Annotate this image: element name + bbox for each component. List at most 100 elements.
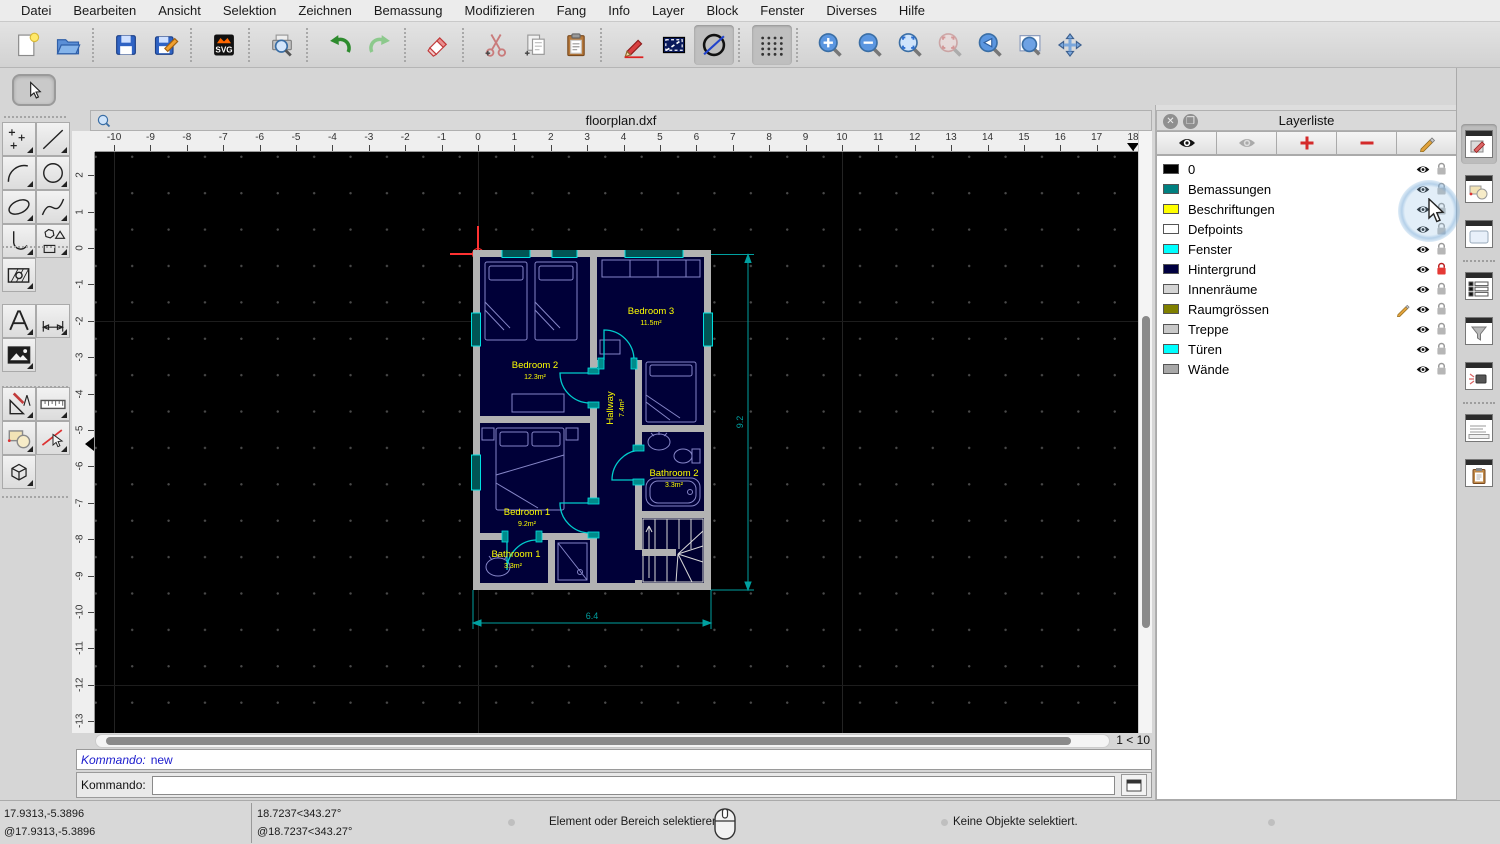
menu-item-bemassung[interactable]: Bemassung xyxy=(363,3,454,18)
drawing-canvas[interactable]: Bedroom 2 12.3m² Bedroom 3 11.5m² Hallwa… xyxy=(95,152,1138,733)
layer-row-beschriftungen[interactable]: Beschriftungen xyxy=(1157,199,1456,219)
layer-lock-toggle[interactable] xyxy=(1432,362,1450,376)
remove-layer-button[interactable] xyxy=(1337,131,1397,155)
layer-row-bemassungen[interactable]: Bemassungen xyxy=(1157,179,1456,199)
polyline-tool-button[interactable] xyxy=(2,224,36,258)
layer-lock-toggle[interactable] xyxy=(1432,162,1450,176)
grid-toggle-button[interactable] xyxy=(752,24,792,65)
layer-lock-toggle[interactable] xyxy=(1432,322,1450,336)
layer-visibility-toggle[interactable] xyxy=(1414,284,1432,295)
cut-button[interactable] xyxy=(476,25,516,65)
add-layer-button[interactable] xyxy=(1277,131,1337,155)
layer-row-raumgrössen[interactable]: Raumgrössen xyxy=(1157,299,1456,319)
menu-item-datei[interactable]: Datei xyxy=(10,3,62,18)
layer-row-wände[interactable]: Wände xyxy=(1157,359,1456,379)
save-as-button[interactable] xyxy=(146,25,186,65)
layer-visibility-toggle[interactable] xyxy=(1414,244,1432,255)
zoom-in-button[interactable] xyxy=(810,25,850,65)
layer-visibility-toggle[interactable] xyxy=(1414,324,1432,335)
text-tool-button[interactable] xyxy=(2,304,36,338)
layer-row-defpoints[interactable]: Defpoints xyxy=(1157,219,1456,239)
layer-lock-toggle[interactable] xyxy=(1432,342,1450,356)
screen-linetypes-button[interactable] xyxy=(694,24,734,65)
layer-lock-toggle[interactable] xyxy=(1432,282,1450,296)
layer-visibility-toggle[interactable] xyxy=(1414,304,1432,315)
measure-tool-button[interactable] xyxy=(36,387,70,421)
selection-pointer-button[interactable] xyxy=(12,74,56,106)
paste-button[interactable] xyxy=(556,25,596,65)
open-file-button[interactable] xyxy=(48,25,88,65)
block-tool-button[interactable] xyxy=(2,421,36,455)
solid-3d-tool-button[interactable] xyxy=(2,455,36,489)
line-tool-button[interactable] xyxy=(36,122,70,156)
layer-lock-toggle[interactable] xyxy=(1432,262,1450,276)
menu-item-bearbeiten[interactable]: Bearbeiten xyxy=(62,3,147,18)
layer-lock-toggle[interactable] xyxy=(1432,222,1450,236)
vertical-scrollbar-thumb[interactable] xyxy=(1142,316,1150,628)
menu-item-diverses[interactable]: Diverses xyxy=(815,3,888,18)
circle-tool-button[interactable] xyxy=(36,156,70,190)
zoom-auto-button[interactable] xyxy=(890,25,930,65)
library-browser-dock-toggle[interactable] xyxy=(1461,214,1497,254)
dock-handle[interactable] xyxy=(4,116,66,118)
zoom-window-button[interactable] xyxy=(1010,25,1050,65)
layer-visibility-toggle[interactable] xyxy=(1414,184,1432,195)
command-input[interactable] xyxy=(151,775,1115,795)
pan-button[interactable] xyxy=(1050,25,1090,65)
layer-lock-toggle[interactable] xyxy=(1432,182,1450,196)
layer-visibility-toggle[interactable] xyxy=(1414,344,1432,355)
shapes-tool-button[interactable] xyxy=(36,224,70,258)
redo-button[interactable] xyxy=(360,25,400,65)
menu-item-modifizieren[interactable]: Modifizieren xyxy=(454,3,546,18)
draw-pencil-button[interactable] xyxy=(614,25,654,65)
horizontal-scrollbar-thumb[interactable] xyxy=(106,737,1071,745)
points-tool-button[interactable] xyxy=(2,122,36,156)
layer-row-türen[interactable]: Türen xyxy=(1157,339,1456,359)
vertical-scrollbar[interactable] xyxy=(1138,131,1152,733)
zoom-out-button[interactable] xyxy=(850,25,890,65)
selection-filter-dock-toggle[interactable] xyxy=(1461,311,1497,351)
select-entity-tool-button[interactable] xyxy=(36,421,70,455)
ellipse-tool-button[interactable] xyxy=(2,190,36,224)
layer-row-hintergrund[interactable]: Hintergrund xyxy=(1157,259,1456,279)
menu-item-hilfe[interactable]: Hilfe xyxy=(888,3,936,18)
layer-visibility-toggle[interactable] xyxy=(1414,224,1432,235)
menu-item-fang[interactable]: Fang xyxy=(546,3,598,18)
print-preview-button[interactable] xyxy=(262,25,302,65)
drafting-aids-tool-button[interactable] xyxy=(2,387,36,421)
menu-item-fenster[interactable]: Fenster xyxy=(749,3,815,18)
menu-item-layer[interactable]: Layer xyxy=(641,3,696,18)
copy-button[interactable] xyxy=(516,25,556,65)
horizontal-scrollbar[interactable] xyxy=(95,734,1110,748)
show-all-layers-button[interactable] xyxy=(1156,131,1217,155)
spotlight-dock-toggle[interactable] xyxy=(1461,356,1497,396)
command-line-dock-toggle[interactable] xyxy=(1461,408,1497,448)
hatch-tool-button[interactable] xyxy=(2,258,36,292)
spline-tool-button[interactable] xyxy=(36,190,70,224)
layer-visibility-toggle[interactable] xyxy=(1414,164,1432,175)
layer-list-dock-toggle[interactable] xyxy=(1461,266,1497,306)
layer-visibility-toggle[interactable] xyxy=(1414,364,1432,375)
save-button[interactable] xyxy=(106,25,146,65)
menu-item-zeichnen[interactable]: Zeichnen xyxy=(287,3,362,18)
layer-row-innenräume[interactable]: Innenräume xyxy=(1157,279,1456,299)
hide-all-layers-button[interactable] xyxy=(1217,131,1277,155)
layer-row-treppe[interactable]: Treppe xyxy=(1157,319,1456,339)
layer-lock-toggle[interactable] xyxy=(1432,302,1450,316)
zoom-selection-button[interactable] xyxy=(930,25,970,65)
command-window-toggle-button[interactable] xyxy=(1121,774,1147,796)
clipboard-dock-toggle[interactable] xyxy=(1461,453,1497,493)
layer-lock-toggle[interactable] xyxy=(1432,242,1450,256)
undo-button[interactable] xyxy=(320,25,360,65)
image-tool-button[interactable] xyxy=(2,338,36,372)
svg-export-button[interactable]: SVG xyxy=(204,25,244,65)
new-file-button[interactable] xyxy=(8,25,48,65)
delete-button[interactable] xyxy=(418,25,458,65)
document-title-bar[interactable]: floorplan.dxf xyxy=(90,110,1152,131)
draft-mode-button[interactable] xyxy=(654,25,694,65)
layer-visibility-toggle[interactable] xyxy=(1414,264,1432,275)
layer-panel-title-bar[interactable]: ✕ ❐ Layerliste xyxy=(1156,110,1457,131)
edit-layer-button[interactable] xyxy=(1397,131,1457,155)
property-editor-dock-toggle[interactable] xyxy=(1461,124,1497,164)
menu-item-ansicht[interactable]: Ansicht xyxy=(147,3,212,18)
